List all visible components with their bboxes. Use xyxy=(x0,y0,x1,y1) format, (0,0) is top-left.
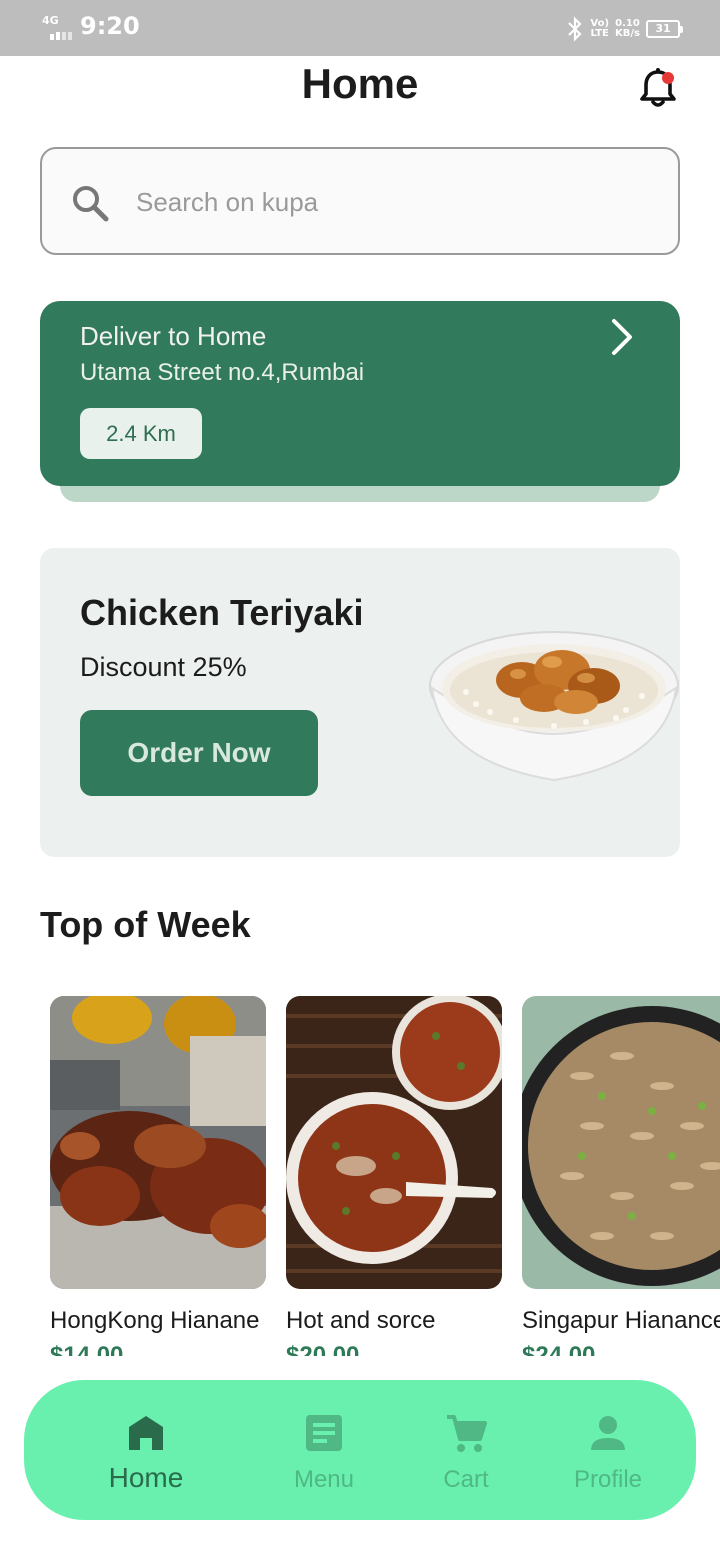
food-card[interactable]: Singapur Hianance $24.00 xyxy=(522,996,720,1356)
food-price: $14.00 xyxy=(50,1342,124,1356)
teriyaki-bowl-image xyxy=(429,631,679,782)
distance-badge: 2.4 Km xyxy=(80,408,202,459)
cart-icon xyxy=(447,1415,487,1452)
food-name: Singapur Hianance xyxy=(522,1307,720,1334)
nav-item-profile[interactable]: Profile xyxy=(558,1380,658,1520)
promo-banner: Chicken Teriyaki Discount 25% Order Now xyxy=(40,548,680,857)
food-image-hot-sour-soup xyxy=(286,996,502,1289)
food-image-pasta-skillet xyxy=(522,996,720,1289)
status-time: 9:20 xyxy=(80,12,140,40)
food-price: $20.00 xyxy=(286,1342,360,1356)
network-speed: 0.10 KB/s xyxy=(615,18,640,39)
food-card[interactable]: HongKong Hianane $14.00 xyxy=(50,996,266,1356)
menu-icon xyxy=(306,1415,342,1451)
order-now-button[interactable]: Order Now xyxy=(80,710,318,796)
promo-title: Chicken Teriyaki xyxy=(80,592,364,633)
signal-icon: 4G xyxy=(42,14,76,40)
nav-label: Home xyxy=(108,1462,184,1493)
network-type: 4G xyxy=(42,14,59,27)
nav-label: Menu xyxy=(293,1466,355,1493)
profile-icon xyxy=(591,1416,625,1450)
search-input[interactable] xyxy=(136,179,656,225)
delivery-title: Deliver to Home xyxy=(80,321,267,351)
volte-indicator: Vo) LTE xyxy=(590,18,610,39)
bottom-navigation: Home Menu Cart Profile xyxy=(24,1380,696,1520)
delivery-address: Utama Street no.4,Rumbai xyxy=(80,359,365,386)
notification-dot xyxy=(662,72,674,84)
battery-icon: 31 xyxy=(646,20,683,38)
food-price: $24.00 xyxy=(522,1342,596,1356)
nav-label: Profile xyxy=(573,1466,643,1493)
nav-label: Cart xyxy=(443,1466,489,1493)
food-name: HongKong Hianane xyxy=(50,1307,260,1334)
delivery-address-card[interactable]: Deliver to Home Utama Street no.4,Rumbai… xyxy=(40,301,680,486)
nav-item-cart[interactable]: Cart xyxy=(416,1380,516,1520)
top-of-week-list[interactable]: HongKong Hianane $14.00 Hot and sorce $2… xyxy=(0,996,720,1356)
home-icon xyxy=(129,1416,163,1450)
chevron-right-icon[interactable] xyxy=(606,317,636,357)
notification-button[interactable] xyxy=(636,66,680,110)
food-name: Hot and sorce xyxy=(286,1307,436,1334)
food-image-roast-meat xyxy=(50,996,266,1289)
search-bar[interactable] xyxy=(40,147,680,255)
search-icon xyxy=(73,186,109,222)
bluetooth-icon xyxy=(568,16,582,42)
section-title-top-of-week: Top of Week xyxy=(40,904,251,945)
bell-icon xyxy=(640,68,676,107)
nav-item-menu[interactable]: Menu xyxy=(274,1380,374,1520)
promo-discount: Discount 25% xyxy=(80,652,247,682)
food-card[interactable]: Hot and sorce $20.00 xyxy=(286,996,502,1356)
nav-item-home[interactable]: Home xyxy=(96,1380,196,1520)
page-title: Home xyxy=(301,60,419,107)
status-bar: 4G 9:20 Vo) LTE 0.10 KB/s 31 xyxy=(0,0,720,56)
